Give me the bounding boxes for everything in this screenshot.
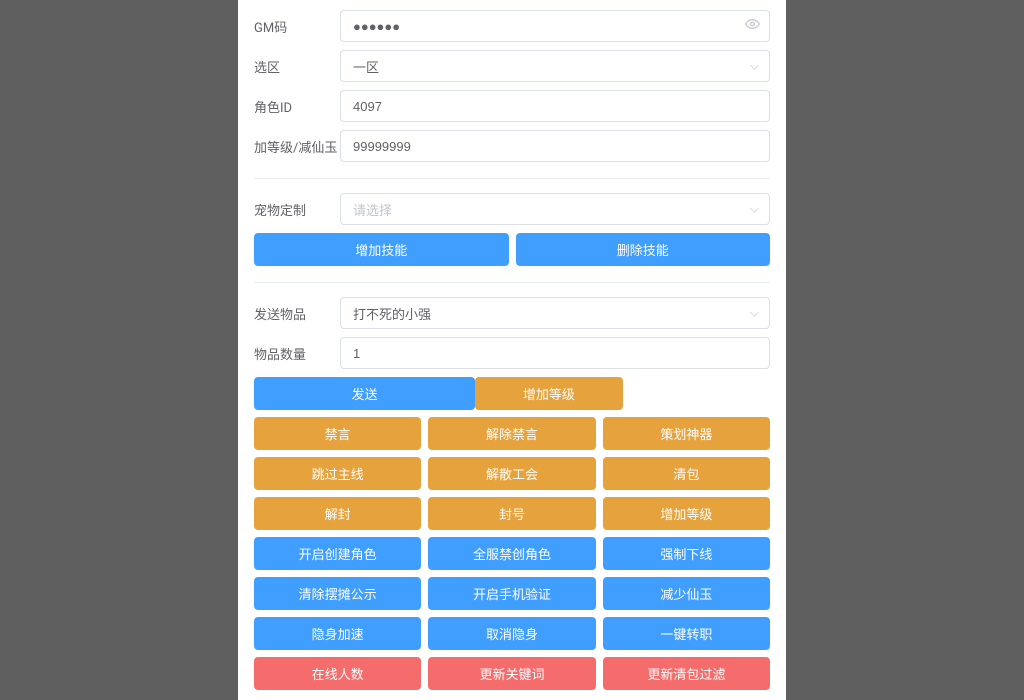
level-input-wrap: [340, 130, 770, 162]
row-item: 发送物品 打不死的小强 ⌵: [254, 297, 770, 329]
change-job-button[interactable]: 一键转职: [603, 617, 770, 650]
pet-select-wrap: 请选择 ⌵: [340, 193, 770, 225]
role-id-input[interactable]: [340, 90, 770, 122]
invisible-speed-button[interactable]: 隐身加速: [254, 617, 421, 650]
send-button[interactable]: 发送: [254, 377, 475, 410]
row-pet: 宠物定制 请选择 ⌵: [254, 193, 770, 225]
enable-phone-verify-button[interactable]: 开启手机验证: [428, 577, 595, 610]
divider: [254, 178, 770, 179]
primary-row-2: 隐身加速 取消隐身 一键转职: [254, 617, 770, 650]
send-button-row: 发送 增加等级: [254, 377, 770, 410]
label-level: 加等级/减仙玉: [254, 137, 340, 156]
warning-row-1: 跳过主线 解散工会 清包: [254, 457, 770, 490]
primary-row-0: 开启创建角色 全服禁创角色 强制下线: [254, 537, 770, 570]
warning-row-2: 解封 封号 增加等级: [254, 497, 770, 530]
clear-stall-button[interactable]: 清除摆摊公示: [254, 577, 421, 610]
zone-select[interactable]: 一区 ⌵: [340, 50, 770, 82]
online-count-button[interactable]: 在线人数: [254, 657, 421, 690]
label-item: 发送物品: [254, 304, 340, 323]
gm-code-input[interactable]: [340, 10, 770, 42]
label-gm-code: GM码: [254, 17, 340, 36]
enable-create-role-button[interactable]: 开启创建角色: [254, 537, 421, 570]
pet-select-placeholder: 请选择: [353, 200, 392, 219]
item-select-wrap: 打不死的小强 ⌵: [340, 297, 770, 329]
reduce-jade-button[interactable]: 减少仙玉: [603, 577, 770, 610]
row-zone: 选区 一区 ⌵: [254, 50, 770, 82]
divider: [254, 282, 770, 283]
primary-row-1: 清除摆摊公示 开启手机验证 减少仙玉: [254, 577, 770, 610]
clear-bag-button[interactable]: 清包: [603, 457, 770, 490]
row-level: 加等级/减仙玉: [254, 130, 770, 162]
label-zone: 选区: [254, 57, 340, 76]
disband-guild-button[interactable]: 解散工会: [428, 457, 595, 490]
admin-panel: GM码 选区 一区 ⌵ 角色ID 加等级/减仙玉 宠: [238, 0, 786, 700]
label-pet: 宠物定制: [254, 200, 340, 219]
skip-main-button[interactable]: 跳过主线: [254, 457, 421, 490]
label-role-id: 角色ID: [254, 97, 340, 116]
add-level-button[interactable]: 增加等级: [475, 377, 622, 410]
row-gm-code: GM码: [254, 10, 770, 42]
role-id-input-wrap: [340, 90, 770, 122]
eye-icon[interactable]: [745, 17, 760, 36]
mute-button[interactable]: 禁言: [254, 417, 421, 450]
gm-code-input-wrap: [340, 10, 770, 42]
add-level2-button[interactable]: 增加等级: [603, 497, 770, 530]
danger-row-0: 在线人数 更新关键词 更新清包过滤: [254, 657, 770, 690]
unmute-button[interactable]: 解除禁言: [428, 417, 595, 450]
item-select-value: 打不死的小强: [353, 304, 431, 323]
zone-select-value: 一区: [353, 57, 379, 76]
level-input[interactable]: [340, 130, 770, 162]
force-offline-button[interactable]: 强制下线: [603, 537, 770, 570]
add-skill-button[interactable]: 增加技能: [254, 233, 509, 266]
cancel-invisible-button[interactable]: 取消隐身: [428, 617, 595, 650]
chevron-down-icon: ⌵: [750, 202, 759, 217]
update-keywords-button[interactable]: 更新关键词: [428, 657, 595, 690]
spacer: [623, 377, 770, 410]
zone-select-wrap: 一区 ⌵: [340, 50, 770, 82]
pet-select[interactable]: 请选择 ⌵: [340, 193, 770, 225]
unban-button[interactable]: 解封: [254, 497, 421, 530]
disable-create-role-button[interactable]: 全服禁创角色: [428, 537, 595, 570]
label-count: 物品数量: [254, 344, 340, 363]
ban-button[interactable]: 封号: [428, 497, 595, 530]
chevron-down-icon: ⌵: [750, 59, 759, 74]
delete-skill-button[interactable]: 删除技能: [516, 233, 771, 266]
row-count: 物品数量: [254, 337, 770, 369]
warning-row-0: 禁言 解除禁言 策划神器: [254, 417, 770, 450]
update-filter-button[interactable]: 更新清包过滤: [603, 657, 770, 690]
chevron-down-icon: ⌵: [750, 306, 759, 321]
skill-button-row: 增加技能 删除技能: [254, 233, 770, 266]
count-input-wrap: [340, 337, 770, 369]
item-select[interactable]: 打不死的小强 ⌵: [340, 297, 770, 329]
plan-artifact-button[interactable]: 策划神器: [603, 417, 770, 450]
count-input[interactable]: [340, 337, 770, 369]
row-role-id: 角色ID: [254, 90, 770, 122]
